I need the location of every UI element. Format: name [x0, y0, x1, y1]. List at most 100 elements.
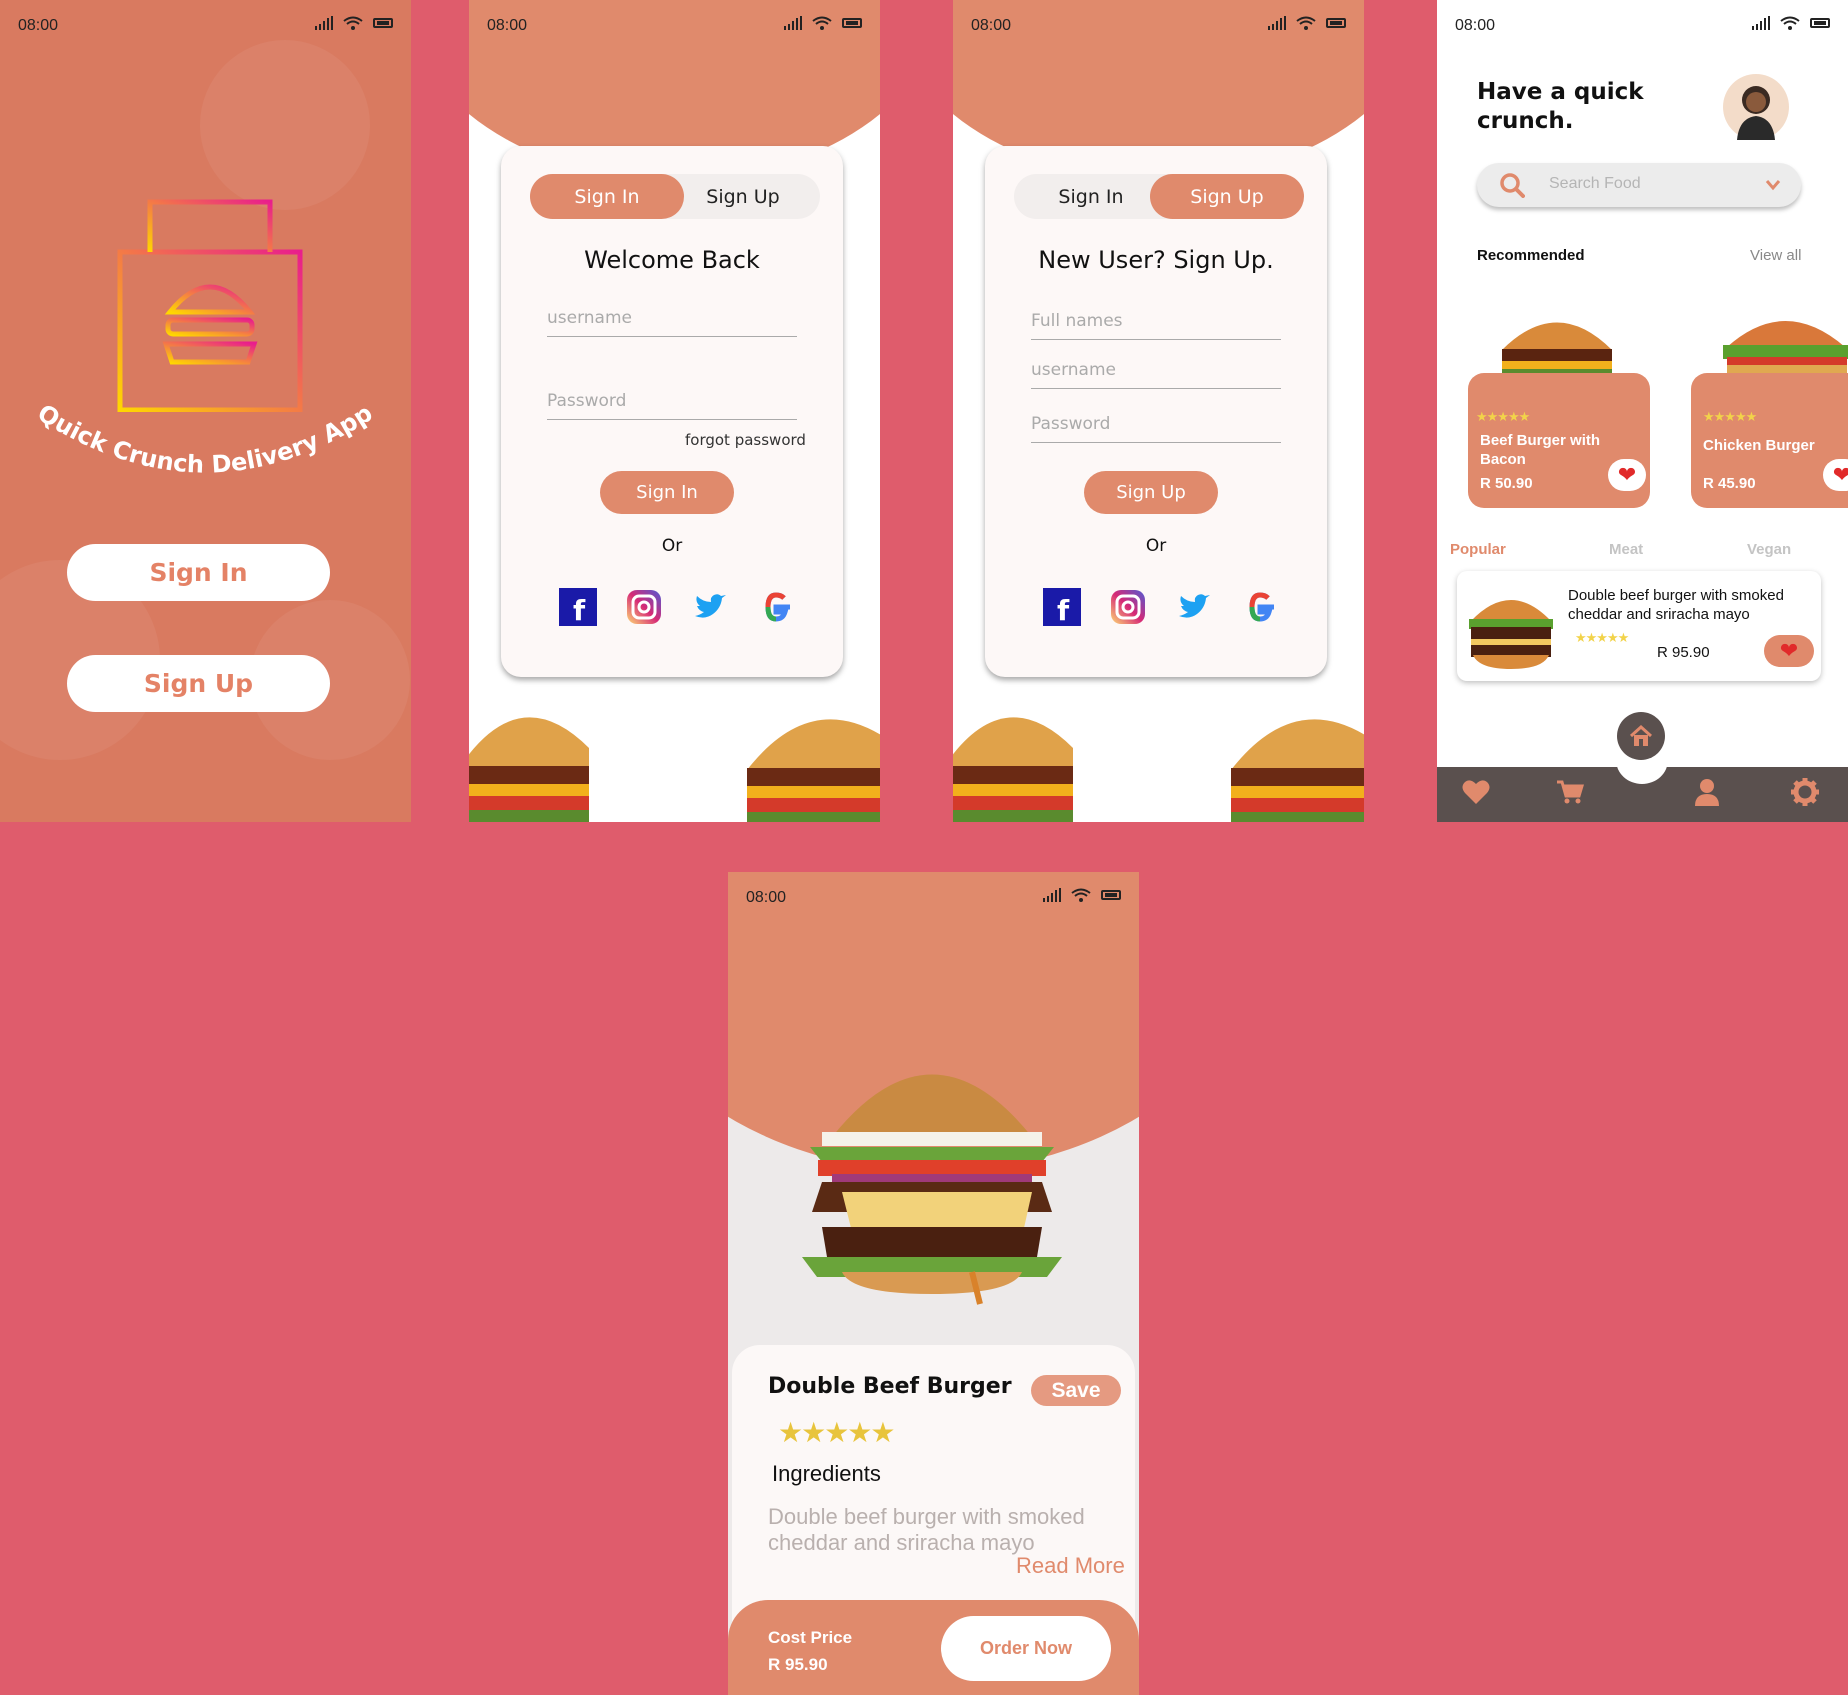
status-bar: 08:00	[0, 0, 411, 52]
product-description: Double beef burger with smoked cheddar a…	[768, 1504, 1108, 1556]
chevron-down-icon[interactable]	[1765, 179, 1781, 191]
favorite-heart-icon[interactable]: ❤	[1608, 459, 1646, 491]
food-price: R 50.90	[1480, 475, 1533, 492]
rating-stars: ★★★★★	[1476, 409, 1530, 424]
status-bar: 08:00	[728, 872, 1139, 924]
read-more-link[interactable]: Read More	[1016, 1553, 1125, 1579]
status-time: 08:00	[971, 17, 1012, 34]
order-now-button[interactable]: Order Now	[941, 1616, 1111, 1681]
svg-text:Quick Crunch Delivery App: Quick Crunch Delivery App	[33, 399, 378, 479]
tab-meat[interactable]: Meat	[1609, 541, 1643, 558]
burger-image	[469, 717, 589, 822]
search-icon	[1500, 173, 1525, 198]
sign-up-card: Sign In Sign Up New User? Sign Up. Full …	[985, 146, 1327, 677]
splash-screen: 08:00 Quick Crunch Delivery App Sign In …	[0, 0, 411, 822]
sign-up-button[interactable]: Sign Up	[67, 655, 330, 712]
gear-icon[interactable]	[1790, 777, 1820, 807]
cost-block: Cost Price R 95.90	[768, 1624, 852, 1678]
battery-icon	[842, 18, 862, 28]
page-title: New User? Sign Up.	[1038, 246, 1274, 274]
sign-in-submit-button[interactable]: Sign In	[600, 471, 734, 514]
burger-image	[953, 717, 1073, 822]
product-title: Double Beef Burger	[768, 1374, 1012, 1399]
favorite-heart-icon[interactable]: ❤	[1764, 635, 1814, 667]
sign-in-screen: 08:00 Sign In Sign Up Welcome Back usern…	[469, 0, 880, 822]
search-bar[interactable]: Search Food	[1477, 163, 1801, 207]
popular-item-price: R 95.90	[1657, 644, 1710, 661]
app-name-arc: Quick Crunch Delivery App	[33, 399, 378, 479]
product-detail-screen: 08:00 Double Beef Burger Save ★★★★★ Ingr…	[728, 872, 1139, 1695]
status-time: 08:00	[1455, 17, 1496, 34]
instagram-icon[interactable]	[625, 588, 663, 626]
signal-icon	[1043, 888, 1061, 902]
cost-label: Cost Price	[768, 1628, 853, 1647]
tab-vegan[interactable]: Vegan	[1747, 541, 1791, 558]
twitter-icon[interactable]	[691, 588, 729, 626]
popular-item-card[interactable]: Double beef burger with smoked cheddar a…	[1457, 571, 1821, 681]
google-icon[interactable]	[1241, 588, 1279, 626]
sign-in-button[interactable]: Sign In	[67, 544, 330, 601]
greeting-line: crunch.	[1477, 108, 1574, 134]
battery-icon	[1326, 18, 1346, 28]
greeting-line: Have a quick	[1477, 79, 1644, 105]
status-time: 08:00	[487, 17, 528, 34]
auth-tabs: Sign In Sign Up	[530, 174, 820, 219]
status-time: 08:00	[746, 889, 787, 906]
wifi-icon	[1071, 888, 1091, 902]
or-divider: Or	[1145, 536, 1167, 556]
full-names-field[interactable]: Full names	[1031, 311, 1281, 340]
favorite-heart-icon[interactable]: ❤	[1823, 459, 1848, 491]
view-all-link[interactable]: View all	[1750, 247, 1801, 264]
app-name-text: Quick Crunch Delivery App	[33, 399, 378, 479]
food-card[interactable]: ★★★★★ Chicken Burger R 45.90 ❤	[1691, 373, 1848, 508]
search-input[interactable]: Search Food	[1549, 175, 1641, 193]
wifi-icon	[343, 16, 363, 30]
facebook-icon[interactable]: f	[559, 588, 597, 626]
double-beef-burger-image	[802, 1074, 1062, 1305]
username-field[interactable]: username	[547, 308, 797, 337]
food-name-line: Beef Burger with	[1480, 432, 1601, 449]
signal-icon	[315, 16, 333, 30]
battery-icon	[1101, 890, 1121, 900]
user-icon[interactable]	[1692, 777, 1722, 807]
tab-sign-up[interactable]: Sign Up	[666, 174, 820, 219]
desc-line: Double beef burger with smoked	[1568, 587, 1784, 604]
sign-up-submit-button[interactable]: Sign Up	[1084, 471, 1218, 514]
sign-in-card: Sign In Sign Up Welcome Back username Pa…	[501, 146, 843, 677]
instagram-icon[interactable]	[1109, 588, 1147, 626]
signal-icon	[784, 16, 802, 30]
food-card[interactable]: ★★★★★ Beef Burger with Bacon R 50.90 ❤	[1468, 373, 1650, 508]
status-bar: 08:00	[469, 0, 880, 52]
wifi-icon	[1296, 16, 1316, 30]
cart-icon[interactable]	[1555, 777, 1585, 807]
tab-popular[interactable]: Popular	[1450, 541, 1506, 558]
burger-image	[747, 719, 880, 822]
food-name: Chicken Burger	[1703, 437, 1815, 454]
home-icon[interactable]	[1617, 712, 1665, 760]
desc-line: cheddar and sriracha mayo	[1568, 606, 1750, 623]
svg-text:f: f	[1057, 594, 1070, 626]
heart-icon[interactable]	[1461, 777, 1491, 807]
rating-stars: ★★★★★	[778, 1416, 896, 1449]
google-icon[interactable]	[757, 588, 795, 626]
twitter-icon[interactable]	[1175, 588, 1213, 626]
forgot-password-link[interactable]: forgot password	[685, 431, 806, 449]
battery-icon	[1810, 18, 1830, 28]
facebook-icon[interactable]: f	[1043, 588, 1081, 626]
desc-line: Double beef burger with smoked	[768, 1504, 1085, 1529]
food-name-line: Bacon	[1480, 451, 1526, 468]
food-name: Beef Burger with Bacon	[1480, 431, 1600, 469]
password-field[interactable]: Password	[547, 391, 797, 420]
username-field[interactable]: username	[1031, 360, 1281, 389]
sign-up-screen: 08:00 Sign In Sign Up New User? Sign Up.…	[953, 0, 1364, 822]
avatar[interactable]	[1723, 74, 1789, 140]
tab-sign-up[interactable]: Sign Up	[1150, 174, 1304, 219]
food-price: R 45.90	[1703, 475, 1756, 492]
password-field[interactable]: Password	[1031, 414, 1281, 443]
home-screen: 08:00 Have a quick crunch. Search Food R…	[1437, 0, 1848, 822]
tab-sign-in[interactable]: Sign In	[530, 174, 684, 219]
wifi-icon	[1780, 16, 1800, 30]
cost-value: R 95.90	[768, 1655, 828, 1674]
save-button[interactable]: Save	[1031, 1375, 1121, 1406]
tab-sign-in[interactable]: Sign In	[1014, 174, 1168, 219]
